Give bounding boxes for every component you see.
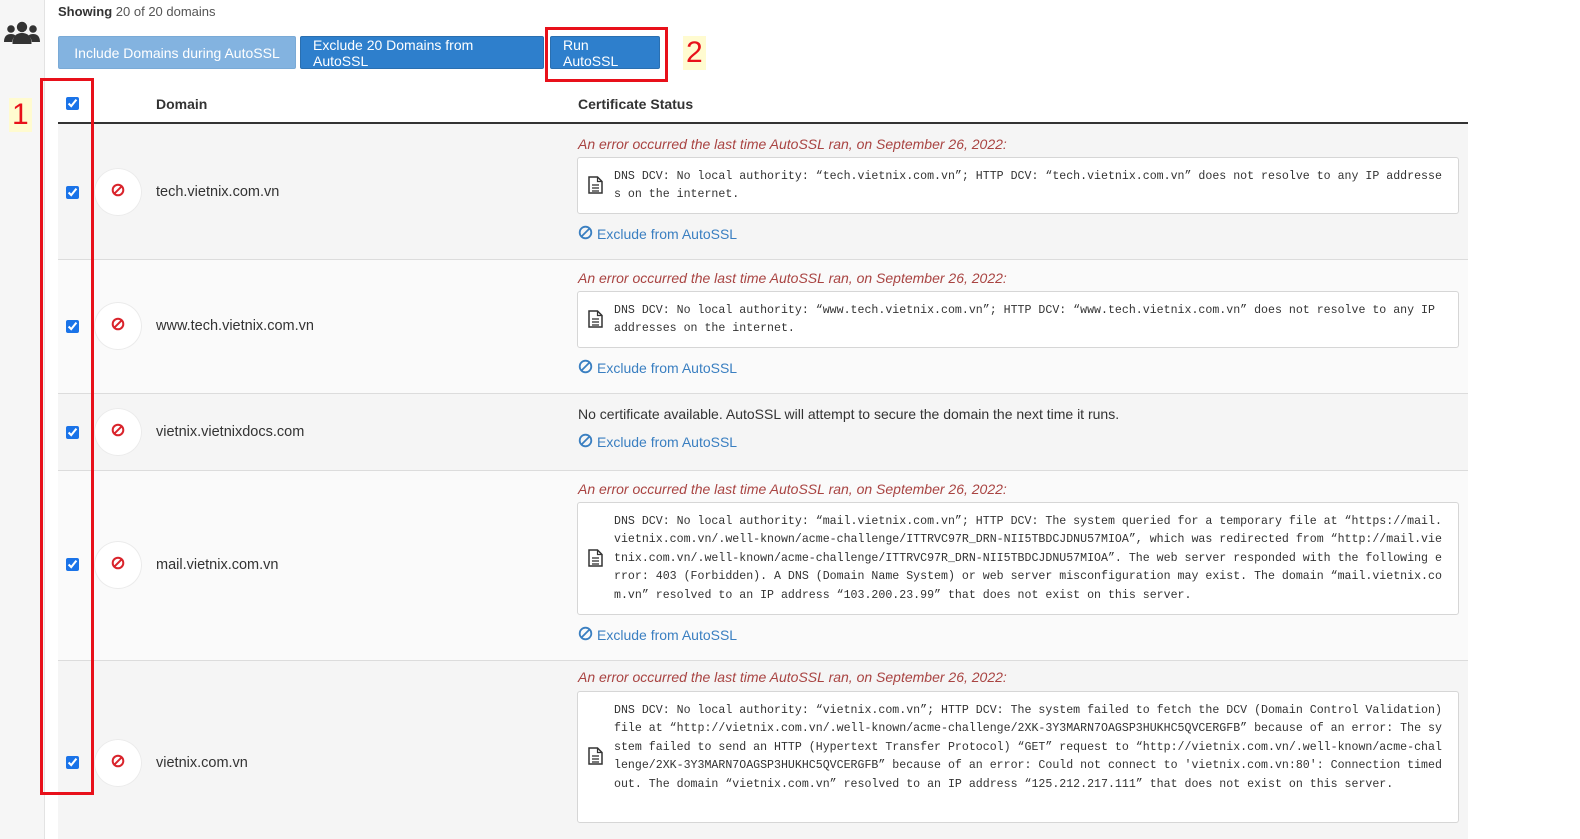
ban-icon <box>578 626 593 644</box>
annotation-box-run-button <box>545 27 668 82</box>
showing-label: Showing <box>58 4 113 19</box>
column-header-domain: Domain <box>156 96 208 112</box>
error-title: An error occurred the last time AutoSSL … <box>578 136 1007 152</box>
exclude-from-autossl-link[interactable]: Exclude from AutoSSL <box>578 433 737 451</box>
table-row: tech.vietnix.com.vn An error occurred th… <box>58 124 1468 260</box>
error-text: DNS DCV: No local authority: “vietnix.co… <box>614 704 1442 791</box>
showing-text: 20 of 20 domains <box>115 4 216 19</box>
exclude-domains-button[interactable]: Exclude 20 Domains from AutoSSL <box>300 36 544 69</box>
document-icon <box>588 549 603 572</box>
annotation-label-2: 2 <box>683 36 706 70</box>
table-row: vietnix.vietnixdocs.com No certificate a… <box>58 394 1468 471</box>
error-text: DNS DCV: No local authority: “www.tech.v… <box>614 304 1435 336</box>
domain-name: vietnix.com.vn <box>156 755 248 771</box>
error-icon <box>111 423 125 442</box>
column-header-certificate-status: Certificate Status <box>578 96 694 112</box>
annotation-box-checkboxes <box>40 78 94 795</box>
error-text: DNS DCV: No local authority: “mail.vietn… <box>614 515 1442 602</box>
error-title: An error occurred the last time AutoSSL … <box>578 270 1007 286</box>
error-message-box: DNS DCV: No local authority: “tech.vietn… <box>577 157 1459 214</box>
domain-name: mail.vietnix.com.vn <box>156 557 279 573</box>
annotation-label-1: 1 <box>9 98 32 132</box>
error-message-box: DNS DCV: No local authority: “www.tech.v… <box>577 291 1459 348</box>
document-icon <box>588 747 603 770</box>
ban-icon <box>578 433 593 451</box>
status-indicator <box>94 541 142 589</box>
domain-name: vietnix.vietnixdocs.com <box>156 424 305 440</box>
error-title: An error occurred the last time AutoSSL … <box>578 481 1007 497</box>
error-icon <box>111 754 125 773</box>
exclude-link-label: Exclude from AutoSSL <box>597 627 738 643</box>
exclude-link-label: Exclude from AutoSSL <box>597 434 738 450</box>
error-message-box: DNS DCV: No local authority: “mail.vietn… <box>577 502 1459 615</box>
error-message-box: DNS DCV: No local authority: “vietnix.co… <box>577 691 1459 823</box>
table-header: Domain Certificate Status <box>58 86 1468 124</box>
error-icon <box>111 183 125 202</box>
showing-count: Showing 20 of 20 domains <box>58 4 216 19</box>
error-title: An error occurred the last time AutoSSL … <box>578 669 1007 685</box>
certificate-status-text: No certificate available. AutoSSL will a… <box>578 406 1120 422</box>
ban-icon <box>578 359 593 377</box>
error-icon <box>111 556 125 575</box>
include-domains-button[interactable]: Include Domains during AutoSSL <box>58 36 296 69</box>
exclude-link-label: Exclude from AutoSSL <box>597 360 738 376</box>
table-row: vietnix.com.vn An error occurred the las… <box>58 661 1468 839</box>
table-row: www.tech.vietnix.com.vn An error occurre… <box>58 260 1468 394</box>
ban-icon <box>578 225 593 243</box>
table-row: mail.vietnix.com.vn An error occurred th… <box>58 471 1468 661</box>
error-text: DNS DCV: No local authority: “tech.vietn… <box>614 170 1442 202</box>
domain-name: www.tech.vietnix.com.vn <box>156 318 314 334</box>
status-indicator <box>94 302 142 350</box>
error-icon <box>111 317 125 336</box>
domain-name: tech.vietnix.com.vn <box>156 184 280 200</box>
document-icon <box>588 176 603 199</box>
status-indicator <box>94 739 142 787</box>
main-content: Showing 20 of 20 domains Include Domains… <box>58 0 1468 839</box>
status-indicator <box>94 168 142 216</box>
exclude-link-label: Exclude from AutoSSL <box>597 226 738 242</box>
status-indicator <box>94 408 142 456</box>
users-icon[interactable] <box>4 20 40 51</box>
exclude-from-autossl-link[interactable]: Exclude from AutoSSL <box>578 626 737 644</box>
exclude-from-autossl-link[interactable]: Exclude from AutoSSL <box>578 225 737 243</box>
document-icon <box>588 310 603 333</box>
exclude-from-autossl-link[interactable]: Exclude from AutoSSL <box>578 359 737 377</box>
